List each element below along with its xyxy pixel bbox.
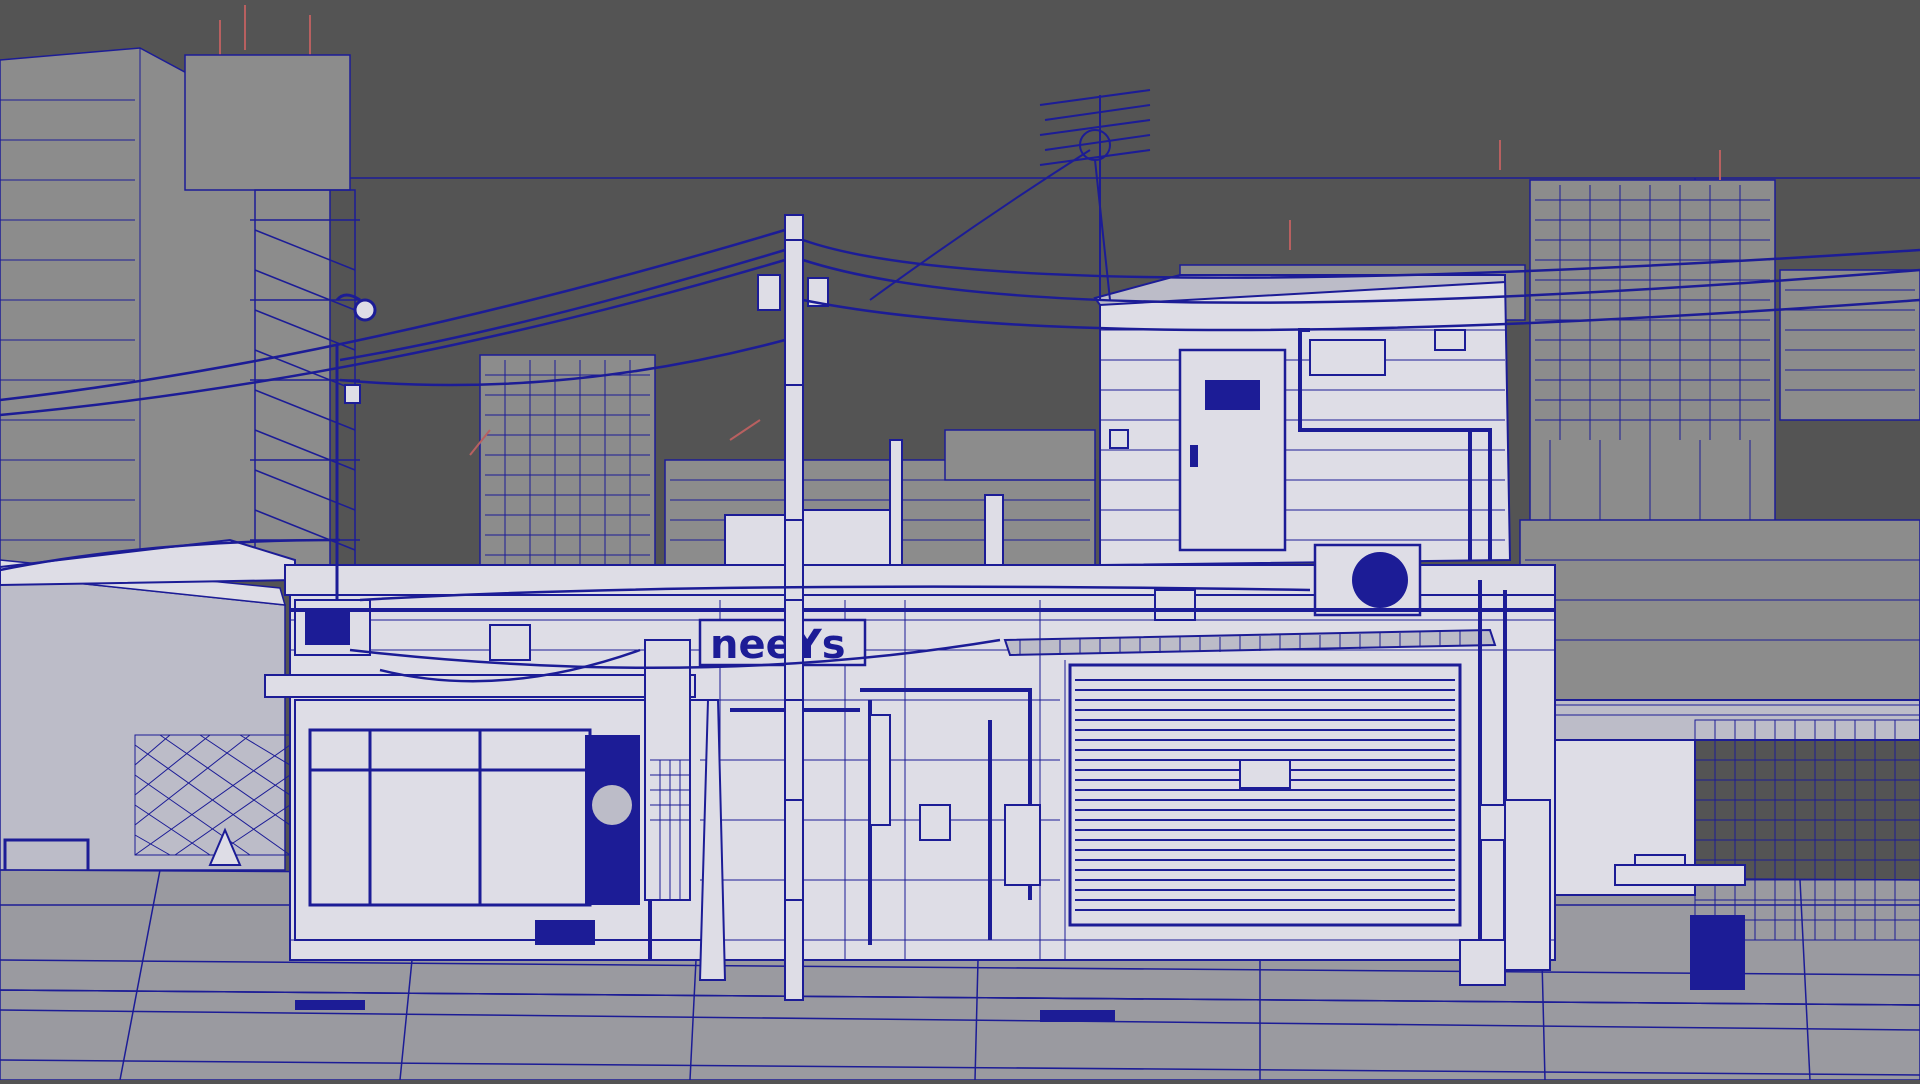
road-gutter[interactable] (1040, 1010, 1115, 1022)
duct-box[interactable] (644, 639, 691, 901)
roof-junction-box[interactable] (1154, 589, 1196, 621)
rooftop-chimney[interactable] (984, 494, 1004, 571)
door-handle[interactable] (1190, 445, 1198, 467)
pallet[interactable] (1614, 864, 1746, 886)
rolling-shutter-door[interactable] (1068, 663, 1462, 927)
electric-box-roof[interactable] (489, 624, 531, 661)
signboard-beam[interactable] (264, 674, 696, 698)
shop-base-vent[interactable] (535, 920, 595, 945)
scene-svg[interactable]: neeYs (0, 0, 1920, 1081)
electric-meter-right[interactable] (1479, 804, 1506, 841)
rooftop-chimney-2[interactable] (889, 439, 903, 571)
electric-meter-1[interactable] (919, 804, 951, 841)
3d-viewport[interactable]: neeYs (0, 0, 1920, 1081)
pole-transformer-left[interactable] (757, 274, 781, 311)
rooftop-ventilation-duct[interactable] (724, 514, 786, 571)
shop-window[interactable] (308, 728, 592, 907)
window-grille-fan (592, 785, 632, 825)
drain-grate[interactable] (295, 1000, 365, 1010)
trash-can[interactable] (1690, 915, 1745, 990)
door-vent[interactable] (1205, 380, 1260, 410)
water-tank[interactable] (1504, 799, 1551, 971)
ac-unit-fan (1352, 552, 1408, 608)
apartment-block-low-2[interactable] (944, 429, 1096, 481)
apartment-block-mid[interactable] (479, 354, 656, 566)
streetlight-box[interactable] (344, 384, 361, 404)
streetlight-lamp[interactable] (353, 298, 377, 322)
gas-meter[interactable] (1004, 804, 1041, 886)
rooftop-room[interactable] (1093, 274, 1512, 567)
shutter-lock[interactable] (1239, 759, 1291, 789)
apartment-block-right[interactable] (1529, 179, 1776, 526)
shutter-frame[interactable] (1068, 663, 1462, 927)
electric-panel[interactable] (869, 714, 891, 826)
outdoor-unit-left-grille (305, 610, 350, 645)
apartment-block-far-right[interactable] (1779, 269, 1920, 421)
utility-pole-shaft[interactable] (784, 214, 804, 1001)
rooftop-room-front[interactable] (1099, 276, 1512, 567)
left-wall-face[interactable] (0, 574, 286, 871)
rooftop-light[interactable] (1109, 429, 1129, 449)
elevated-structure-right[interactable] (1519, 519, 1920, 701)
tower-top-structure[interactable] (184, 54, 351, 191)
rooftop-vent-unit[interactable] (1309, 339, 1386, 376)
rooftop-water-tank[interactable] (799, 509, 896, 571)
ac-outdoor-unit[interactable] (1313, 543, 1422, 617)
left-boundary-wall[interactable] (0, 559, 287, 871)
utility-tank-small[interactable] (1459, 939, 1506, 986)
rooftop-small-box[interactable] (1434, 329, 1466, 351)
